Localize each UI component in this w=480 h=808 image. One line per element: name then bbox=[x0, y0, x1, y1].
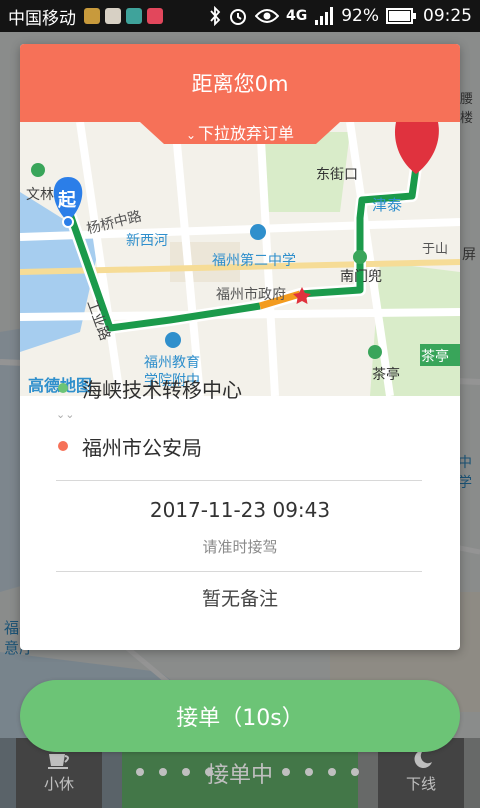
destination-dot bbox=[58, 441, 68, 451]
divider bbox=[56, 571, 422, 572]
pickup-hint: 请准时接驾 bbox=[202, 538, 278, 556]
map-label: 新西河 bbox=[126, 233, 168, 249]
eye-icon bbox=[254, 8, 279, 24]
pickup-time: 2017-11-23 09:43 bbox=[149, 498, 331, 522]
double-chevron-down-icon: ⌄ bbox=[185, 128, 197, 142]
origin-dot bbox=[58, 383, 68, 393]
start-marker-label: 起 bbox=[58, 190, 76, 211]
battery-percent: 92% bbox=[341, 6, 379, 26]
order-dialog: 距离您0m ⌄ 下拉放弃订单 起 杨桥中路 新西河 工业路 福州第二中学 福州市… bbox=[20, 44, 460, 650]
divider bbox=[56, 480, 422, 481]
order-note: 暂无备注 bbox=[201, 588, 278, 610]
bluetooth-icon bbox=[209, 6, 221, 26]
map-label: 福州市政府 bbox=[216, 287, 286, 303]
map-label: 茶亭 bbox=[421, 349, 449, 365]
signal-icon bbox=[314, 6, 334, 26]
map-label: 文林 bbox=[26, 187, 54, 203]
status-bar: 中国移动 4G 92% 09:25 bbox=[0, 0, 480, 32]
map-label: 津泰 bbox=[372, 196, 403, 214]
map-label: 东街口 bbox=[316, 167, 358, 183]
app-notification-icon bbox=[147, 8, 163, 24]
pull-down-hint[interactable]: ⌄ 下拉放弃订单 bbox=[20, 122, 460, 147]
app-notification-icon bbox=[84, 8, 100, 24]
battery-icon bbox=[386, 8, 416, 24]
alarm-icon bbox=[228, 6, 248, 26]
app-notification-icon bbox=[105, 8, 121, 24]
map-label: 福州教育 bbox=[144, 355, 200, 371]
map-label: 于山 bbox=[422, 242, 449, 257]
clock-time: 09:25 bbox=[423, 6, 472, 26]
network-type-label: 4G bbox=[285, 8, 308, 24]
app-notification-icon bbox=[126, 8, 142, 24]
distance-header: 距离您0m bbox=[20, 44, 460, 122]
origin-address: 海峡技术转移中心 bbox=[82, 378, 242, 402]
map-label: 南门兜 bbox=[340, 269, 382, 285]
carrier-label: 中国移动 bbox=[8, 8, 76, 29]
map-label: 茶亭 bbox=[372, 367, 400, 383]
pull-down-label: 下拉放弃订单 bbox=[198, 124, 295, 143]
route-map[interactable]: 起 杨桥中路 新西河 工业路 福州第二中学 福州市政府 福州教育 学院附中 南门… bbox=[20, 122, 460, 396]
accept-order-button[interactable]: 接单（10s） bbox=[20, 680, 460, 752]
map-label: 福州第二中学 bbox=[212, 253, 296, 269]
chevron-down-icon: ⌄⌄ bbox=[56, 408, 75, 421]
destination-address: 福州市公安局 bbox=[82, 436, 202, 460]
